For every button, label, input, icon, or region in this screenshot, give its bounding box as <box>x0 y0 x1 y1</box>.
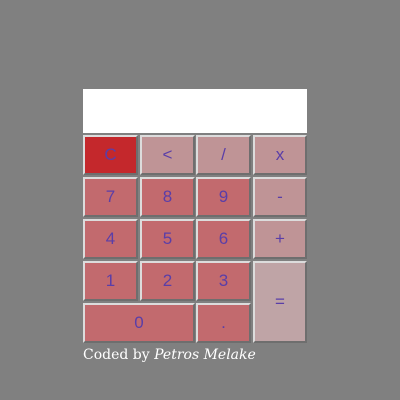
clear-button[interactable]: C <box>83 135 138 175</box>
credit-prefix: Coded by <box>83 347 155 363</box>
author-credit: Coded by Petros Melake <box>83 347 256 363</box>
backspace-button[interactable]: < <box>140 135 195 175</box>
digit-2-button[interactable]: 2 <box>140 261 195 301</box>
digit-8-button[interactable]: 8 <box>140 177 195 217</box>
digit-4-button[interactable]: 4 <box>83 219 138 259</box>
minus-button[interactable]: - <box>253 177 307 217</box>
calculator: C < / x 7 8 9 - 4 5 6 + 1 2 3 = 0 . <box>83 89 307 343</box>
decimal-point-button[interactable]: . <box>196 303 251 343</box>
plus-button[interactable]: + <box>253 219 307 259</box>
multiply-button[interactable]: x <box>253 135 307 175</box>
calculator-display <box>83 89 307 133</box>
digit-1-button[interactable]: 1 <box>83 261 138 301</box>
keypad: C < / x 7 8 9 - 4 5 6 + 1 2 3 = 0 . <box>83 135 307 343</box>
digit-3-button[interactable]: 3 <box>196 261 251 301</box>
digit-9-button[interactable]: 9 <box>196 177 251 217</box>
equals-button[interactable]: = <box>253 261 307 343</box>
credit-author: Petros Melake <box>154 347 256 363</box>
divide-button[interactable]: / <box>196 135 251 175</box>
digit-7-button[interactable]: 7 <box>83 177 138 217</box>
digit-6-button[interactable]: 6 <box>196 219 251 259</box>
digit-0-button[interactable]: 0 <box>83 303 195 343</box>
digit-5-button[interactable]: 5 <box>140 219 195 259</box>
